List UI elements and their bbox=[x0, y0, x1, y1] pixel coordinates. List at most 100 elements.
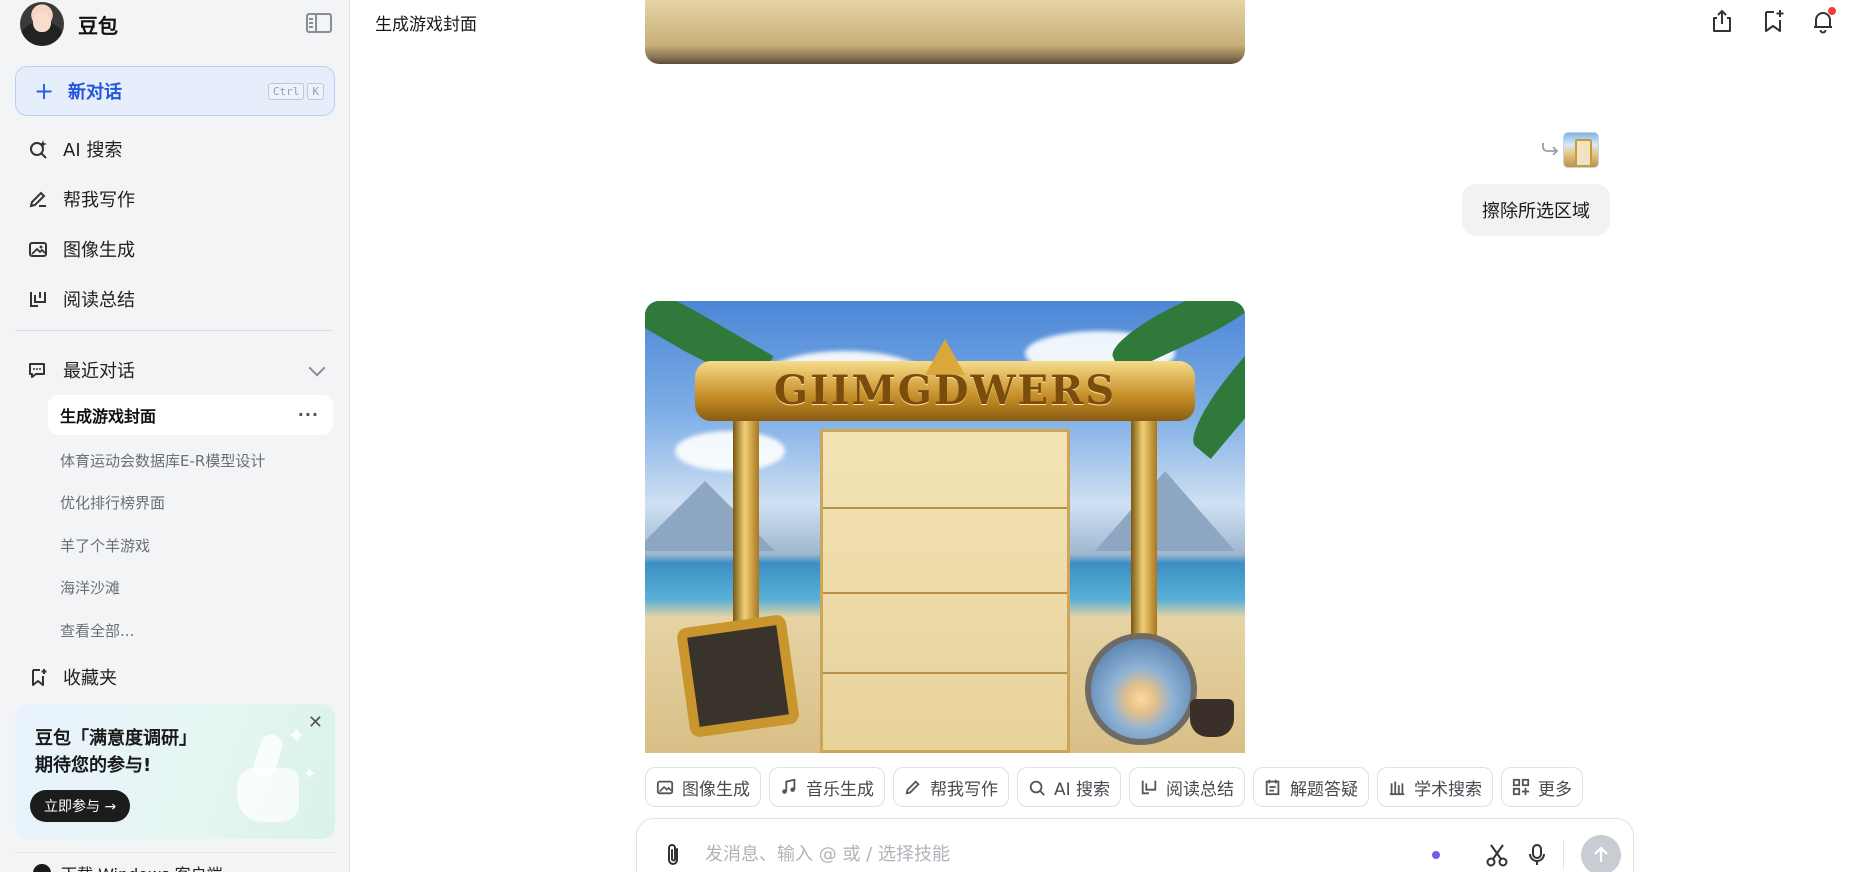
sidebar-item-label: 阅读总结 bbox=[63, 290, 135, 311]
skill-label: 图像生成 bbox=[682, 779, 750, 800]
bookmark-icon bbox=[27, 666, 49, 688]
skill-image-generation[interactable]: 图像生成 bbox=[645, 767, 761, 807]
recent-chat-label: 羊了个羊游戏 bbox=[60, 536, 151, 555]
view-all-chats-link[interactable]: 查看全部... bbox=[48, 610, 333, 650]
page-title: 生成游戏封面 bbox=[375, 15, 477, 35]
join-survey-button[interactable]: 立即参与 → bbox=[30, 790, 131, 822]
recent-chat-label: 生成游戏封面 bbox=[60, 407, 157, 426]
recent-chats-header[interactable]: 最近对话 bbox=[15, 350, 335, 390]
book-icon bbox=[27, 288, 49, 310]
download-label: 下载 Windows 客户端 bbox=[61, 861, 223, 872]
stone-board bbox=[820, 429, 1070, 753]
new-chat-button[interactable]: + 新对话 Ctrl K bbox=[15, 66, 335, 116]
sidebar-item-label: 图像生成 bbox=[63, 240, 135, 261]
sidebar-item-reading[interactable]: 阅读总结 bbox=[15, 277, 335, 321]
recent-chat-label: 体育运动会数据库E-R模型设计 bbox=[60, 451, 266, 470]
recent-chat-label: 优化排行榜界面 bbox=[60, 493, 166, 512]
user-message-bubble: 擦除所选区域 bbox=[1462, 184, 1610, 236]
notification-dot bbox=[1828, 7, 1836, 15]
recent-chat-label: 海洋沙滩 bbox=[60, 578, 121, 597]
shortcut-key-ctrl: Ctrl bbox=[267, 83, 305, 100]
library-icon bbox=[1389, 781, 1405, 796]
skill-label: 学术搜索 bbox=[1414, 779, 1483, 800]
bookmark-icon[interactable] bbox=[1761, 8, 1785, 34]
arrow-up-icon bbox=[1594, 846, 1608, 862]
padlock-object bbox=[675, 613, 801, 739]
sidebar-item-label: 收藏夹 bbox=[63, 668, 117, 689]
sidebar: 豆包 + 新对话 Ctrl K AI 搜索 帮我写作 图像生成 阅读总结 最近对… bbox=[0, 0, 350, 872]
thumbs-up-illustration: ✦ ✦ bbox=[229, 724, 316, 826]
chat-bubble-icon bbox=[27, 360, 49, 380]
bell-icon[interactable] bbox=[1811, 7, 1836, 34]
search-sparkle-icon bbox=[1029, 780, 1045, 796]
skill-problem-solving[interactable]: 解题答疑 bbox=[1253, 767, 1370, 807]
survey-promo-card: ✕ 豆包「满意度调研」 期待您的参与! 立即参与 → ✦ ✦ bbox=[15, 704, 335, 839]
recent-chat-item[interactable]: 羊了个羊游戏 bbox=[48, 525, 333, 565]
recent-chat-item[interactable]: 生成游戏封面 ··· bbox=[48, 395, 333, 435]
skill-label: 帮我写作 bbox=[930, 779, 998, 800]
brand-name: 豆包 bbox=[78, 13, 118, 38]
skill-label: 音乐生成 bbox=[806, 779, 874, 800]
microphone-icon[interactable] bbox=[1525, 842, 1549, 868]
image-icon bbox=[27, 238, 49, 260]
share-icon[interactable] bbox=[1710, 8, 1734, 34]
promo-subtitle: 期待您的参与! bbox=[35, 755, 152, 776]
plus-icon: + bbox=[33, 77, 55, 105]
composer-divider bbox=[1563, 841, 1564, 869]
book-icon bbox=[1141, 780, 1157, 795]
reply-arrow-icon bbox=[1541, 140, 1559, 156]
more-options-icon[interactable]: ··· bbox=[298, 405, 319, 424]
message-input[interactable] bbox=[705, 837, 1405, 871]
skills-bar: 图像生成 音乐生成 帮我写作 AI 搜索 阅读总结 解题答疑 学术搜索 更多 bbox=[645, 767, 1584, 807]
sidebar-item-image[interactable]: 图像生成 bbox=[15, 227, 335, 271]
sidebar-divider bbox=[15, 330, 333, 331]
attachment-icon[interactable] bbox=[665, 843, 683, 867]
mirror-object bbox=[1085, 633, 1197, 745]
skill-label: 解题答疑 bbox=[1290, 779, 1359, 800]
skill-reading-summary[interactable]: 阅读总结 bbox=[1129, 767, 1246, 807]
recent-chat-item[interactable]: 优化排行榜界面 bbox=[48, 482, 333, 522]
skill-academic-search[interactable]: 学术搜索 bbox=[1377, 767, 1494, 807]
view-all-label: 查看全部... bbox=[60, 621, 135, 640]
skill-label: AI 搜索 bbox=[1054, 779, 1111, 800]
download-client-bar[interactable]: 下载 Windows 客户端 bbox=[15, 852, 335, 872]
chevron-down-icon[interactable] bbox=[308, 359, 326, 377]
recent-chat-item[interactable]: 体育运动会数据库E-R模型设计 bbox=[48, 440, 333, 480]
scissors-icon[interactable] bbox=[1485, 842, 1509, 868]
question-icon bbox=[1265, 779, 1280, 796]
pen-icon bbox=[905, 780, 920, 795]
skill-label: 阅读总结 bbox=[1166, 779, 1235, 800]
message-composer bbox=[636, 818, 1634, 872]
pen-icon bbox=[27, 188, 49, 210]
previous-generated-image[interactable] bbox=[645, 0, 1245, 64]
sidebar-item-ai-search[interactable]: AI 搜索 bbox=[15, 127, 335, 171]
sidebar-item-label: 帮我写作 bbox=[63, 190, 135, 211]
shortcut-hint: Ctrl K bbox=[267, 83, 324, 100]
new-chat-label: 新对话 bbox=[68, 82, 122, 103]
promo-title: 豆包「满意度调研」 bbox=[35, 728, 197, 749]
skill-ai-search[interactable]: AI 搜索 bbox=[1017, 767, 1122, 807]
shortcut-key-k: K bbox=[307, 83, 324, 100]
avatar bbox=[20, 2, 64, 46]
sidebar-item-writing[interactable]: 帮我写作 bbox=[15, 177, 335, 221]
pot-object bbox=[1190, 699, 1234, 737]
sidebar-item-label: AI 搜索 bbox=[63, 140, 123, 161]
windows-icon bbox=[33, 863, 51, 872]
send-button[interactable] bbox=[1581, 835, 1621, 872]
image-banner-text: GIIMGDWERS bbox=[773, 367, 1117, 414]
selected-image-thumbnail[interactable] bbox=[1563, 132, 1599, 168]
skill-label: 更多 bbox=[1538, 779, 1573, 800]
skill-music-generation[interactable]: 音乐生成 bbox=[769, 767, 885, 807]
status-dot bbox=[1432, 851, 1440, 859]
skill-more[interactable]: 更多 bbox=[1501, 767, 1584, 807]
recent-chats-title: 最近对话 bbox=[63, 361, 135, 382]
skill-writing[interactable]: 帮我写作 bbox=[893, 767, 1009, 807]
sidebar-item-favorites[interactable]: 收藏夹 bbox=[15, 655, 335, 699]
recent-chat-item[interactable]: 海洋沙滩 bbox=[48, 567, 333, 607]
sidebar-toggle-icon[interactable] bbox=[306, 13, 332, 33]
image-icon bbox=[656, 780, 674, 795]
brand[interactable]: 豆包 bbox=[20, 0, 118, 48]
generated-game-cover-image[interactable]: GIIMGDWERS bbox=[645, 301, 1245, 753]
search-sparkle-icon bbox=[27, 138, 49, 160]
music-icon bbox=[782, 778, 796, 794]
